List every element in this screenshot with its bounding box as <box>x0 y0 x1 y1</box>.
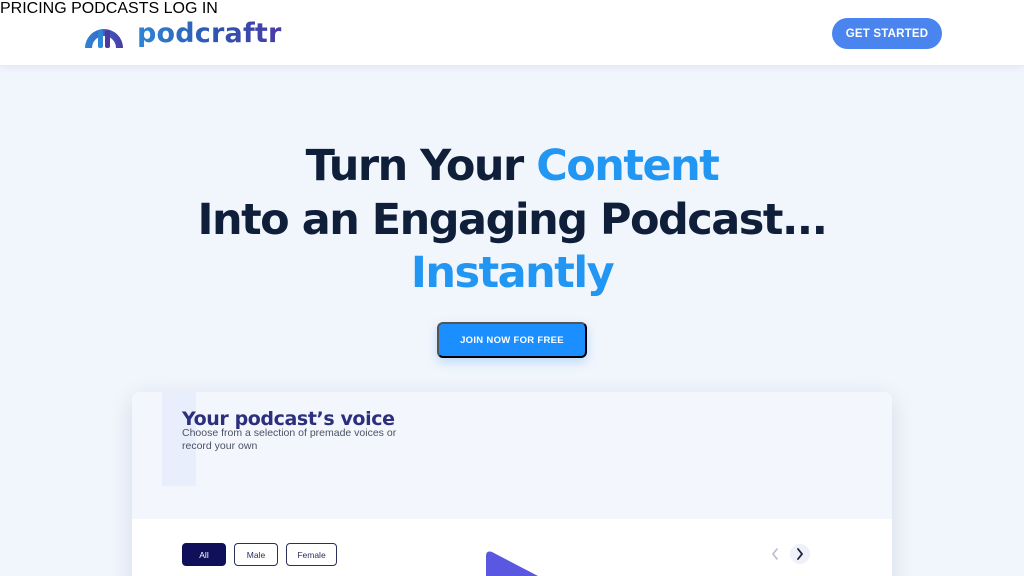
hero-line-3: Instantly <box>410 248 615 298</box>
hero-line-1-plain: Turn Your <box>305 141 537 191</box>
join-now-button[interactable]: JOIN NOW FOR FREE <box>437 322 587 358</box>
chevron-left-icon[interactable] <box>768 544 782 564</box>
get-started-button[interactable]: GET STARTED <box>832 18 942 49</box>
card-subtitle: Choose from a selection of premade voice… <box>182 427 397 452</box>
voice-selection-card: Your podcast’s voice Choose from a selec… <box>132 392 892 576</box>
play-icon[interactable] <box>482 550 542 576</box>
hero-line-1-accent: Content <box>536 141 720 191</box>
nav-pricing[interactable]: PRICING <box>0 0 67 17</box>
filter-all-chip[interactable]: All <box>182 543 226 566</box>
brand-logo[interactable]: podcraftr <box>83 15 282 51</box>
brand-name: podcraftr <box>137 17 282 49</box>
podcraftr-logo-icon <box>85 29 123 48</box>
chevron-right-icon[interactable] <box>790 544 810 564</box>
site-header: podcraftr PRICING PODCASTS LOG IN GET ST… <box>0 0 1024 66</box>
hero-line-2: Into an Engaging Podcast... <box>197 195 828 245</box>
hero-line-1: Turn Your Content <box>0 139 1024 193</box>
filter-female-chip[interactable]: Female <box>286 543 337 566</box>
filter-male-chip[interactable]: Male <box>234 543 278 566</box>
